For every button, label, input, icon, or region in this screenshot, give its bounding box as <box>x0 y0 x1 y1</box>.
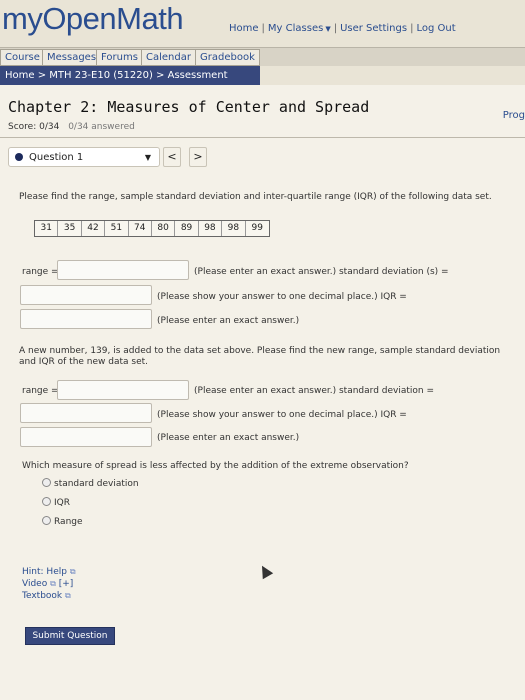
data-cell: 35 <box>58 221 82 236</box>
divider <box>0 137 525 138</box>
data-set-table: 31 35 42 51 74 80 89 98 98 99 <box>34 220 270 237</box>
next-question-button[interactable]: > <box>189 147 207 167</box>
hint-links: Hint: Help ⧉ Video ⧉ [+] Textbook ⧉ <box>22 566 76 602</box>
question-select[interactable]: Question 1 ▼ <box>8 147 160 167</box>
option-range[interactable]: Range <box>42 516 83 527</box>
chevron-down-icon: ▼ <box>144 153 151 162</box>
range-input[interactable] <box>57 260 189 280</box>
page-title: Chapter 2: Measures of Center and Spread <box>8 98 370 116</box>
range-note: (Please enter an exact answer.) standard… <box>194 267 449 277</box>
user-settings-link[interactable]: User Settings <box>340 23 407 34</box>
data-cell: 99 <box>245 221 269 236</box>
option-standard-deviation[interactable]: standard deviation <box>42 478 139 489</box>
breadcrumb[interactable]: Home > MTH 23-E10 (51220) > Assessment <box>0 66 260 85</box>
textbook-link[interactable]: Textbook <box>22 591 62 601</box>
nav-messages[interactable]: Messages <box>42 49 102 66</box>
help-link[interactable]: Help <box>46 567 67 577</box>
nav-calendar[interactable]: Calendar <box>141 49 196 66</box>
prev-question-button[interactable]: < <box>163 147 181 167</box>
question-select-label: Question 1 <box>29 152 84 163</box>
score-status: Score: 0/34 0/34 answered <box>8 122 135 132</box>
data-cell: 98 <box>198 221 223 236</box>
iqr-input[interactable] <box>20 309 152 329</box>
hint-label: Hint: <box>22 567 44 577</box>
data-cell: 74 <box>128 221 152 236</box>
data-cell: 51 <box>105 221 129 236</box>
submit-question-button[interactable]: Submit Question <box>25 627 115 645</box>
new-iqr-note: (Please enter an exact answer.) <box>157 433 300 443</box>
new-sd-input[interactable] <box>20 403 152 423</box>
answered-count: 0/34 answered <box>68 122 135 132</box>
new-iqr-input[interactable] <box>20 427 152 447</box>
my-classes-link[interactable]: My Classes <box>268 23 323 34</box>
radio-button[interactable] <box>42 478 51 487</box>
question-prompt: Please find the range, sample standard d… <box>19 192 492 202</box>
radio-button[interactable] <box>42 497 51 506</box>
home-link[interactable]: Home <box>229 23 259 34</box>
sd-input[interactable] <box>20 285 152 305</box>
video-link[interactable]: Video <box>22 579 47 589</box>
option-label: IQR <box>54 498 70 508</box>
progress-link[interactable]: Prog <box>503 110 525 121</box>
data-cell: 42 <box>81 221 106 236</box>
top-links: Home | My Classes ▼ | User Settings | Log Out <box>229 23 456 34</box>
nav-gradebook[interactable]: Gradebook <box>195 49 260 66</box>
status-dot-icon <box>15 153 23 161</box>
course-nav-bar: Course Messages Forums Calendar Gradeboo… <box>0 47 525 66</box>
external-link-icon: ⧉ <box>69 567 76 576</box>
nav-course[interactable]: Course <box>0 49 45 66</box>
question-prompt-2: A new number, 139, is added to the data … <box>19 346 501 367</box>
new-sd-note: (Please show your answer to one decimal … <box>157 410 407 420</box>
option-label: Range <box>54 517 83 527</box>
nav-forums[interactable]: Forums <box>96 49 143 66</box>
sd-note: (Please show your answer to one decimal … <box>157 292 407 302</box>
external-link-icon: ⧉ <box>65 591 71 600</box>
option-iqr[interactable]: IQR <box>42 497 70 508</box>
data-cell: 80 <box>151 221 176 236</box>
new-range-note: (Please enter an exact answer.) standard… <box>194 386 435 396</box>
log-out-link[interactable]: Log Out <box>416 23 455 34</box>
new-range-input[interactable] <box>57 380 189 400</box>
score-value: Score: 0/34 <box>8 122 60 132</box>
caret-down-icon[interactable]: ▼ <box>325 25 330 33</box>
data-cell: 98 <box>222 221 246 236</box>
data-cell: 31 <box>35 221 59 236</box>
option-label: standard deviation <box>54 479 139 489</box>
video-expand-link[interactable]: [+] <box>59 579 74 589</box>
site-logo[interactable]: myOpenMath <box>2 2 184 36</box>
iqr-note: (Please enter an exact answer.) <box>157 316 300 326</box>
new-range-label: range = <box>22 386 59 396</box>
radio-button[interactable] <box>42 516 51 525</box>
range-label: range = <box>22 267 59 277</box>
data-cell: 89 <box>175 221 199 236</box>
question-prompt-3: Which measure of spread is less affected… <box>22 461 409 471</box>
external-link-icon: ⧉ <box>50 579 56 588</box>
